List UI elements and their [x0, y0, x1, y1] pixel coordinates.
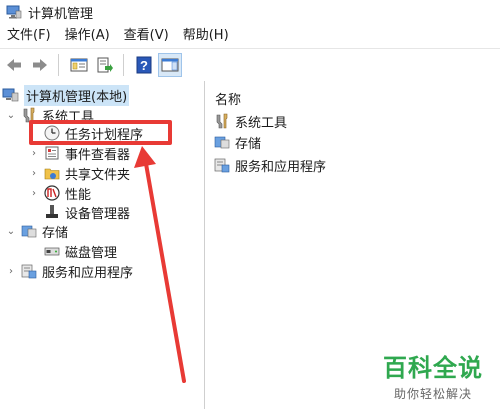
event-viewer-icon: [43, 145, 60, 162]
title-bar: 计算机管理: [0, 0, 500, 24]
tree-label: 磁盘管理: [65, 245, 118, 261]
chevron-right-icon[interactable]: ›: [29, 148, 39, 159]
show-hide-console-tree-button[interactable]: [67, 53, 91, 77]
tree-label: 服务和应用程序: [42, 265, 134, 281]
help-button[interactable]: ?: [132, 53, 156, 77]
tree-label: 设备管理器: [65, 206, 131, 222]
tree-label: 计算机管理(本地): [24, 84, 130, 106]
shared-folder-icon: [43, 165, 60, 182]
tree-item-shared-folders[interactable]: › 共享文件夹: [29, 163, 130, 183]
tree-item-performance[interactable]: › 性能: [29, 183, 91, 203]
storage-icon: [213, 134, 230, 151]
watermark-subtitle: 助你轻松解决: [393, 387, 472, 401]
list-item-system-tools[interactable]: 系统工具: [213, 111, 287, 131]
tree-item-disk-management[interactable]: 磁盘管理: [29, 241, 117, 261]
svg-text:?: ?: [140, 58, 148, 73]
disk-management-icon: [43, 243, 60, 260]
tree-label: 存储: [42, 225, 69, 241]
toolbar-separator: [58, 54, 59, 76]
tree-label: 性能: [65, 187, 92, 203]
services-apps-icon: [20, 263, 37, 280]
performance-icon: [43, 185, 60, 202]
chevron-placeholder: [29, 246, 39, 256]
toolbar-separator: [123, 54, 124, 76]
chevron-right-icon[interactable]: ›: [29, 168, 39, 179]
chevron-right-icon[interactable]: ›: [29, 188, 39, 199]
services-apps-icon: [213, 157, 230, 174]
window-title: 计算机管理: [28, 6, 94, 22]
system-tools-icon: [213, 113, 230, 130]
computer-management-icon: [2, 87, 19, 104]
annotation-highlight-box: [29, 120, 172, 145]
help-icon: ?: [136, 56, 152, 74]
chevron-placeholder: [29, 207, 39, 217]
chevron-right-icon[interactable]: ›: [6, 266, 16, 277]
list-item-storage[interactable]: 存储: [213, 132, 261, 152]
storage-icon: [20, 223, 37, 240]
tree-item-device-manager[interactable]: 设备管理器: [29, 202, 130, 222]
menu-view[interactable]: 查看(V): [117, 25, 176, 47]
toolbar: ?: [0, 48, 500, 82]
forward-button[interactable]: [28, 53, 52, 77]
chevron-down-icon[interactable]: ⌄: [6, 110, 16, 121]
watermark: 百科全说 助你轻松解决: [374, 348, 492, 402]
console-tree-icon: [70, 58, 88, 72]
tree-item-services-apps[interactable]: › 服务和应用程序: [6, 261, 133, 281]
menu-action[interactable]: 操作(A): [58, 25, 117, 47]
back-arrow-icon: [7, 59, 21, 71]
menu-help[interactable]: 帮助(H): [176, 25, 236, 47]
export-list-button[interactable]: [93, 53, 117, 77]
list-item-services-apps[interactable]: 服务和应用程序: [213, 155, 326, 175]
tree-label: 事件查看器: [65, 147, 131, 163]
watermark-title: 百科全说: [383, 354, 483, 382]
tree-item-storage[interactable]: ⌄ 存储: [6, 221, 68, 241]
column-header-name[interactable]: 名称: [215, 89, 241, 108]
list-item-label: 系统工具: [235, 115, 288, 131]
show-action-pane-button[interactable]: [158, 53, 182, 77]
menu-bar: 文件(F) 操作(A) 查看(V) 帮助(H): [0, 24, 500, 48]
action-pane-icon: [161, 58, 179, 72]
tree-item-event-viewer[interactable]: › 事件查看器: [29, 143, 130, 163]
device-manager-icon: [43, 204, 60, 221]
back-button[interactable]: [2, 53, 26, 77]
chevron-down-icon[interactable]: ⌄: [6, 226, 16, 237]
list-item-label: 存储: [235, 136, 262, 152]
computer-management-icon: [6, 5, 22, 19]
list-item-label: 服务和应用程序: [235, 159, 327, 175]
tree-item-computer-management[interactable]: 计算机管理(本地): [2, 84, 130, 106]
tree-label: 共享文件夹: [65, 167, 131, 183]
forward-arrow-icon: [33, 59, 47, 71]
export-list-icon: [97, 57, 113, 73]
menu-file[interactable]: 文件(F): [0, 25, 58, 47]
